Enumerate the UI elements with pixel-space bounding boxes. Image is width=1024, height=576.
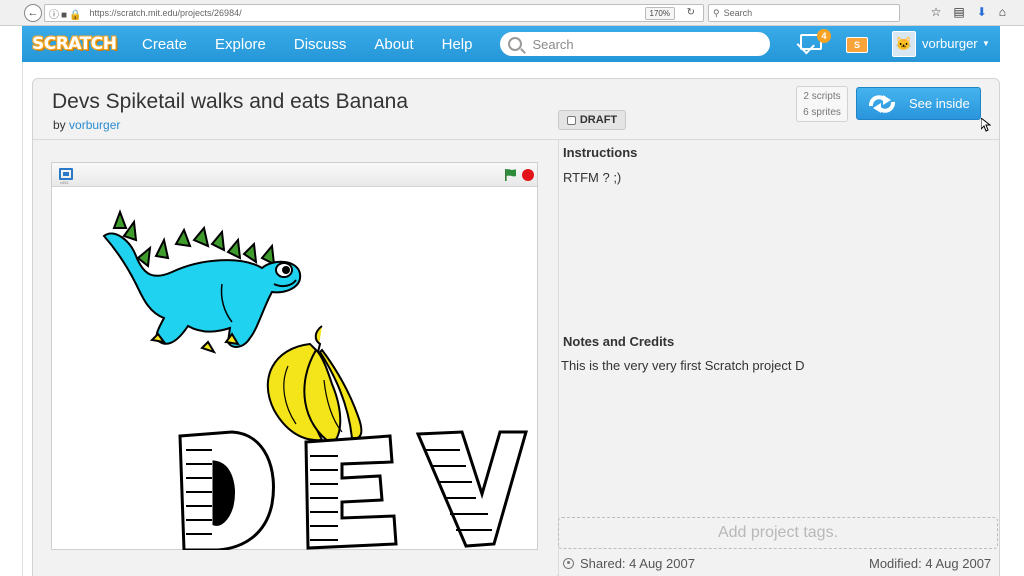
stage-canvas bbox=[102, 209, 528, 550]
shared-date-text: Shared: 4 Aug 2007 bbox=[580, 556, 695, 571]
player-version: v451 bbox=[60, 180, 69, 185]
zoom-level[interactable]: 170% bbox=[644, 7, 675, 20]
message-count-badge[interactable]: 4 bbox=[817, 29, 831, 43]
browser-toolbar: ← ⓘ■🔒 https://scratch.mit.edu/projects/2… bbox=[0, 0, 1024, 26]
see-inside-button[interactable]: See inside bbox=[856, 87, 981, 120]
draft-checkbox-icon bbox=[566, 115, 576, 125]
notes-heading: Notes and Credits bbox=[563, 334, 675, 349]
user-avatar[interactable]: 🐱 bbox=[892, 31, 916, 57]
project-title: Devs Spiketail walks and eats Banana bbox=[52, 90, 409, 113]
remix-arrows-icon bbox=[869, 94, 895, 113]
project-stats-box: 2 scripts 6 sprites bbox=[796, 86, 848, 122]
author-link[interactable]: vorburger bbox=[69, 118, 120, 132]
page-edge bbox=[22, 62, 23, 576]
mouse-cursor-icon bbox=[981, 118, 991, 132]
clipboard-icon[interactable]: ▤ bbox=[953, 5, 964, 19]
see-inside-label: See inside bbox=[909, 96, 970, 111]
site-info-icon[interactable]: ⓘ■🔒 bbox=[49, 6, 84, 21]
draft-button[interactable]: DRAFT bbox=[558, 110, 626, 130]
nav-help[interactable]: Help bbox=[428, 26, 487, 62]
dev-text-sprite[interactable] bbox=[178, 430, 528, 550]
browser-search-placeholder: Search bbox=[723, 8, 753, 18]
instructions-text[interactable]: RTFM ? ;) bbox=[563, 170, 621, 185]
project-byline: by vorburger bbox=[53, 118, 120, 132]
fullscreen-icon[interactable] bbox=[59, 168, 73, 180]
green-flag-icon[interactable] bbox=[504, 168, 518, 182]
browser-search-input[interactable]: ⚲ Search bbox=[708, 4, 900, 22]
download-icon[interactable]: ⬇ bbox=[977, 5, 987, 19]
url-text: https://scratch.mit.edu/projects/26984/ bbox=[89, 8, 242, 18]
home-icon[interactable]: ⌂ bbox=[999, 5, 1006, 19]
stage-controls-bar: v451 bbox=[52, 163, 537, 187]
search-icon bbox=[508, 37, 523, 51]
browser-actions: ☆ ▤ ⬇ ⌂ bbox=[931, 5, 1006, 19]
back-arrow-icon[interactable]: ← bbox=[24, 3, 42, 22]
username-menu[interactable]: vorburger bbox=[922, 36, 978, 51]
modified-date: Modified: 4 Aug 2007 bbox=[869, 556, 992, 571]
reload-icon[interactable]: ↻ bbox=[687, 7, 695, 18]
shared-clock-icon bbox=[563, 558, 574, 569]
notes-text[interactable]: This is the very very first Scratch proj… bbox=[561, 358, 804, 373]
scratch-logo[interactable]: SCRATCH bbox=[32, 31, 117, 57]
project-stage[interactable]: v451 bbox=[51, 162, 538, 550]
by-prefix: by bbox=[53, 118, 66, 132]
nav-about[interactable]: About bbox=[360, 26, 427, 62]
nav-explore[interactable]: Explore bbox=[201, 26, 280, 62]
scripts-count: 2 scripts bbox=[803, 91, 841, 102]
dinosaur-sprite[interactable] bbox=[102, 209, 302, 354]
nav-create[interactable]: Create bbox=[128, 26, 201, 62]
search-icon: ⚲ bbox=[713, 7, 720, 18]
address-bar[interactable]: ⓘ■🔒 https://scratch.mit.edu/projects/269… bbox=[44, 4, 704, 22]
banana-sprite[interactable] bbox=[266, 325, 363, 446]
bookmark-star-icon[interactable]: ☆ bbox=[931, 5, 942, 19]
stop-sign-icon[interactable] bbox=[522, 169, 534, 181]
my-stuff-folder-icon[interactable]: S bbox=[846, 37, 868, 53]
scratch-navbar: SCRATCH Create Explore Discuss About Hel… bbox=[22, 26, 1000, 62]
site-search-input[interactable]: Search bbox=[500, 32, 771, 56]
site-search-placeholder: Search bbox=[532, 36, 574, 52]
shared-date: Shared: 4 Aug 2007 bbox=[563, 556, 695, 571]
sprites-count: 6 sprites bbox=[803, 107, 841, 118]
add-tags-input[interactable]: Add project tags. bbox=[558, 517, 998, 549]
chevron-down-icon[interactable]: ▼ bbox=[982, 39, 990, 48]
instructions-heading: Instructions bbox=[563, 145, 638, 160]
nav-discuss[interactable]: Discuss bbox=[280, 26, 361, 62]
draft-label: DRAFT bbox=[579, 114, 618, 126]
